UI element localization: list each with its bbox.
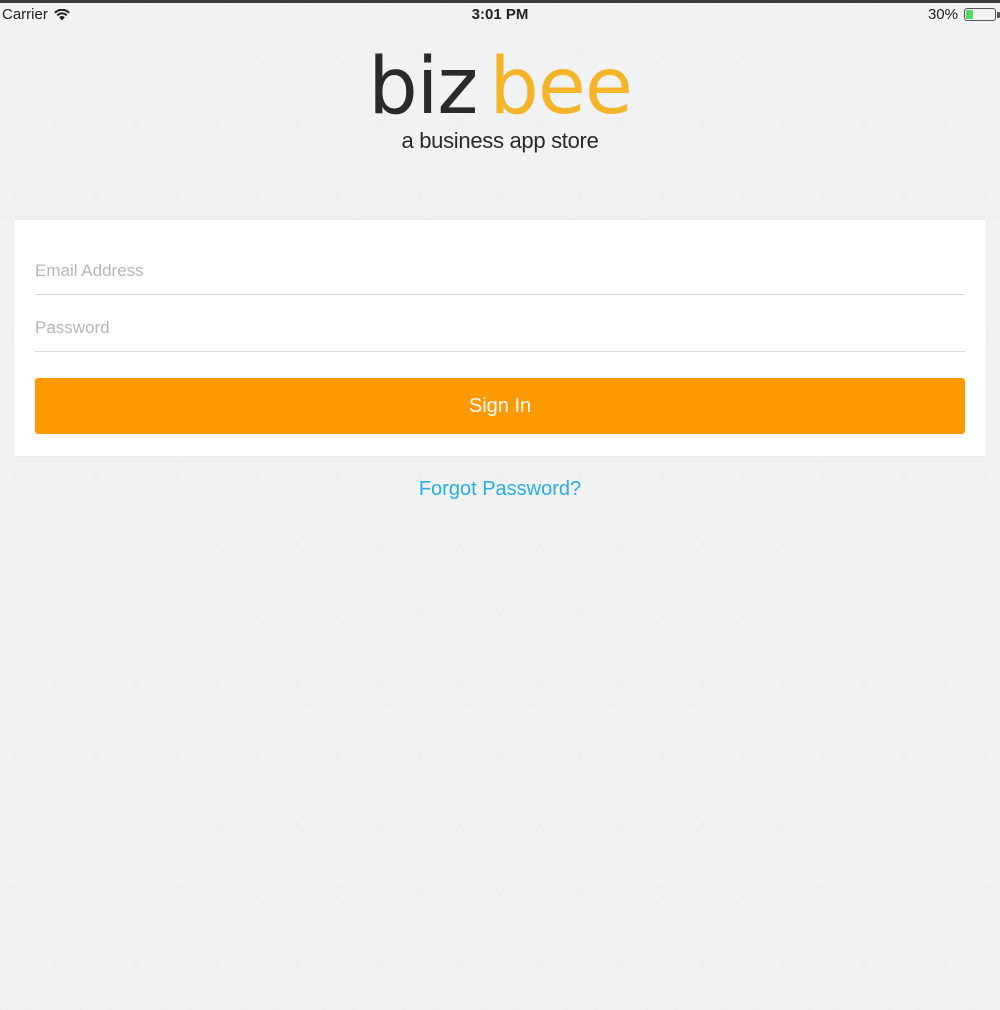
logo-biz: biz (368, 42, 478, 132)
battery-icon (964, 8, 996, 21)
email-field[interactable] (35, 247, 965, 295)
logo-bee: bee (489, 42, 632, 132)
logo-wordmark: biz bee (0, 48, 1000, 126)
status-right: 30% (928, 6, 1000, 23)
password-field[interactable] (35, 304, 965, 352)
battery-fill (966, 10, 973, 19)
logo-tagline: a business app store (401, 128, 599, 153)
login-card: Sign In (14, 220, 986, 456)
forgot-password-link[interactable]: Forgot Password? (0, 478, 1000, 501)
status-time: 3:01 PM (471, 6, 529, 23)
status-bar: Carrier 3:01 PM 30% (0, 3, 1000, 27)
app-logo: biz bee a business app store (0, 48, 1000, 154)
sign-in-button[interactable]: Sign In (35, 378, 965, 434)
battery-percent: 30% (927, 6, 958, 23)
